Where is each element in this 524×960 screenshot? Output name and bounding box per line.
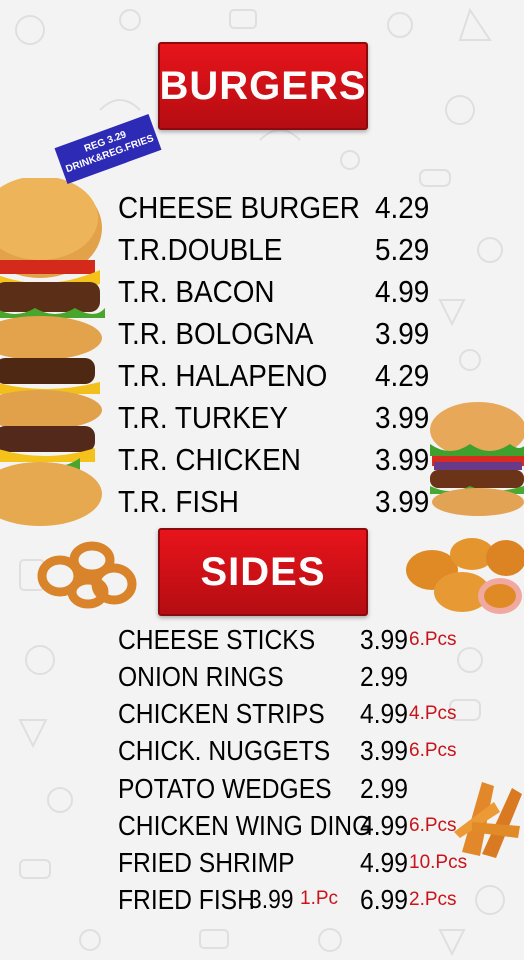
side-item-name: FRIED SHRIMP xyxy=(118,847,295,878)
side-item-note: 2.Pcs xyxy=(409,889,457,910)
burger-item-name: T.R. HALAPENO xyxy=(118,358,328,393)
burger-item-price: 3.99 xyxy=(375,400,430,435)
side-item-note: 6.Pcs xyxy=(409,629,457,650)
burger-item-price: 4.99 xyxy=(375,274,430,309)
side-item-alt-note: 1.Pc xyxy=(300,888,339,909)
side-item-note: 4.Pcs xyxy=(409,703,457,724)
chicken-nuggets-photo xyxy=(406,538,524,614)
side-item-price: 2.99 xyxy=(360,661,408,692)
side-item-name: CHICKEN STRIPS xyxy=(118,698,325,729)
burger-item-name: T.R. BACON xyxy=(118,274,275,309)
burger-item-name: T.R.DOUBLE xyxy=(118,232,283,267)
side-item-price: 3.99 xyxy=(360,735,408,766)
potato-wedges-photo xyxy=(454,782,522,858)
side-item-price: 4.99 xyxy=(360,847,408,878)
triple-stack-burger-photo xyxy=(0,178,105,526)
side-item-note: 6.Pcs xyxy=(409,815,457,836)
burger-item-price: 4.29 xyxy=(375,358,430,393)
side-item-name: FRIED FISH xyxy=(118,884,255,915)
side-item-name: CHEESE STICKS xyxy=(118,624,316,655)
side-item-price: 2.99 xyxy=(360,773,408,804)
side-item-price: 6.99 xyxy=(360,884,408,915)
single-burger-photo xyxy=(430,402,524,516)
burger-item-name: T.R. BOLOGNA xyxy=(118,316,314,351)
sides-section-title: SIDES xyxy=(158,528,368,616)
side-item-name: CHICK. NUGGETS xyxy=(118,735,331,766)
side-item-price: 3.99 xyxy=(360,624,408,655)
side-item-note: 10.Pcs xyxy=(409,852,468,873)
burger-item-price: 3.99 xyxy=(375,484,430,519)
burgers-section-title: BURGERS xyxy=(158,42,368,130)
burger-item-name: T.R. FISH xyxy=(118,484,239,519)
burger-item-name: T.R. CHICKEN xyxy=(118,442,301,477)
burger-item-price: 3.99 xyxy=(375,316,430,351)
side-item-name: POTATO WEDGES xyxy=(118,773,332,804)
side-item-name: CHICKEN WING DING xyxy=(118,810,372,841)
side-item-price: 4.99 xyxy=(360,698,408,729)
side-item-note: 6.Pcs xyxy=(409,740,457,761)
side-item-name: ONION RINGS xyxy=(118,661,284,692)
burger-item-name: T.R. TURKEY xyxy=(118,400,289,435)
burger-item-price: 5.29 xyxy=(375,232,430,267)
burger-item-price: 3.99 xyxy=(375,442,430,477)
side-item-price: 4.99 xyxy=(360,810,408,841)
side-item-alt-price: 3.99 xyxy=(249,884,294,914)
onion-rings-photo xyxy=(37,541,137,609)
burger-item-price: 4.29 xyxy=(375,190,430,225)
burger-item-name: CHEESE BURGER xyxy=(118,190,360,225)
